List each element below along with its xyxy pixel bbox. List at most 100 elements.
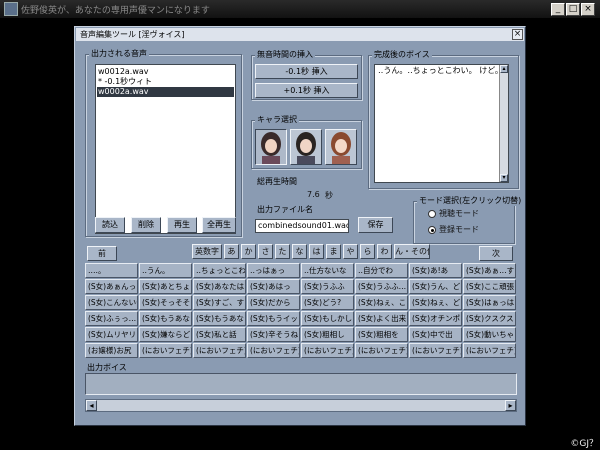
phrase-cell[interactable]: (S女)私と話 <box>193 327 246 342</box>
phrase-cell[interactable]: (S女)どう? <box>301 295 354 310</box>
phrase-cell[interactable]: ‥‥。 <box>85 263 138 278</box>
phrase-cell[interactable]: (S女)はぁっはぁ <box>463 295 516 310</box>
kana-tab[interactable]: あ <box>224 244 239 259</box>
kana-tab[interactable]: ん・その他 <box>394 244 430 259</box>
kana-tab[interactable]: た <box>275 244 290 259</box>
phrase-cell[interactable]: (S女)動いちゃ <box>463 327 516 342</box>
phrase-cell[interactable]: (S女)あはっ <box>247 279 300 294</box>
save-button[interactable]: 保存 <box>358 217 393 233</box>
close-window-button[interactable]: × <box>581 3 595 16</box>
phrase-cell[interactable]: ‥仕方ないな <box>301 263 354 278</box>
phrase-cell[interactable]: (においフェチ) <box>355 343 408 358</box>
phrase-cell[interactable]: (S女)あ!あ <box>409 263 462 278</box>
kana-tab[interactable]: 英数字 <box>192 244 222 259</box>
kana-tab[interactable]: さ <box>258 244 273 259</box>
phrase-cell[interactable]: (においフェチ) <box>463 343 516 358</box>
phrase-cell[interactable]: (S女)ねぇ、ど <box>409 295 462 310</box>
phrase-cell[interactable]: (S女)クスクス <box>463 311 516 326</box>
phrase-cell[interactable]: (S女)そっそそ <box>139 295 192 310</box>
dialog-close-button[interactable]: × <box>512 29 523 40</box>
phrase-cell[interactable]: ‥うん。 <box>139 263 192 278</box>
completed-voice-text: ‥うん。‥ちょっとこわい。 けど。 <box>378 66 503 75</box>
completed-voice-box[interactable]: ‥うん。‥ちょっとこわい。 けど。 ▴ ▾ <box>374 64 509 183</box>
phrase-cell[interactable]: (S女)もしかし <box>301 311 354 326</box>
delete-button[interactable]: 削除 <box>131 217 161 233</box>
next-button[interactable]: 次 <box>479 246 513 261</box>
phrase-cell[interactable]: (S女)もうイッ <box>247 311 300 326</box>
insert-minus-button[interactable]: -0.1秒 挿入 <box>255 64 358 79</box>
phrase-cell[interactable]: (S女)あなたは <box>193 279 246 294</box>
completed-voice-scrollbar[interactable]: ▴ ▾ <box>499 65 508 182</box>
minimize-button[interactable]: _ <box>551 3 565 16</box>
scroll-left-icon[interactable]: ◂ <box>86 400 97 411</box>
phrase-cell[interactable]: (S女)こんないや <box>85 295 138 310</box>
phrase-cell[interactable]: (S女)もうあな <box>193 311 246 326</box>
register-mode-label[interactable]: 登録モード <box>439 224 479 235</box>
phrase-cell[interactable]: ‥っはぁっ <box>247 263 300 278</box>
phrase-cell[interactable]: (S女)嫌ならど <box>139 327 192 342</box>
phrase-cell[interactable]: (S女)だから <box>247 295 300 310</box>
phrase-cell[interactable]: (S女)あぁんっ <box>85 279 138 294</box>
phrase-cell[interactable]: (お嬢様)お尻 <box>85 343 138 358</box>
phrase-cell[interactable]: (S女)よく出来 <box>355 311 408 326</box>
phrase-cell[interactable]: ‥ちょっとこわい <box>193 263 246 278</box>
dialog-title-bar: 音声編集ツール [淫ヴォイス] × <box>76 28 524 41</box>
phrase-cell[interactable]: (S女)オチンポ <box>409 311 462 326</box>
play-all-button[interactable]: 全再生 <box>202 217 236 233</box>
total-time-unit: 秒 <box>325 191 333 200</box>
list-item[interactable]: * -0.1秒ウィト <box>98 77 152 87</box>
kana-tab[interactable]: ら <box>360 244 375 259</box>
phrase-cell[interactable]: (S女)すご、す <box>193 295 246 310</box>
phrase-cell[interactable]: (S女)粗相し <box>301 327 354 342</box>
kana-tab[interactable]: は <box>309 244 324 259</box>
scroll-down-icon[interactable]: ▾ <box>500 174 508 182</box>
phrase-cell[interactable]: (S女)ここ頑張 <box>463 279 516 294</box>
phrase-cell[interactable]: (においフェチ) <box>301 343 354 358</box>
register-mode-radio[interactable] <box>428 226 436 234</box>
kana-tab[interactable]: や <box>343 244 358 259</box>
scroll-up-icon[interactable]: ▴ <box>500 65 508 73</box>
total-time-value: 7.6 <box>307 190 320 199</box>
scroll-right-icon[interactable]: ▸ <box>505 400 516 411</box>
list-item-selected[interactable]: w0002a.wav <box>97 87 234 97</box>
kana-tab[interactable]: ま <box>326 244 341 259</box>
character-portrait-2[interactable] <box>290 129 322 165</box>
listen-mode-label[interactable]: 視聴モード <box>439 208 479 219</box>
maximize-button[interactable]: □ <box>566 3 580 16</box>
listen-mode-radio[interactable] <box>428 210 436 218</box>
kana-tab[interactable]: わ <box>377 244 392 259</box>
character-portrait-3[interactable] <box>325 129 357 165</box>
output-voice-field[interactable] <box>85 373 517 395</box>
phrase-cell[interactable]: (S女)うん、ど <box>409 279 462 294</box>
copyright-mark: ©GJ？ <box>570 439 598 449</box>
phrase-cell[interactable]: (においフェチ) <box>193 343 246 358</box>
phrase-cell[interactable]: (S女)あとちょ <box>139 279 192 294</box>
phrase-cell[interactable]: (S女)中で出 <box>409 327 462 342</box>
phrase-cell[interactable]: (においフェチ) <box>139 343 192 358</box>
phrase-cell[interactable]: (S女)ねぇ、こ <box>355 295 408 310</box>
phrase-cell[interactable]: (においフェチ) <box>409 343 462 358</box>
read-button[interactable]: 読込 <box>95 217 125 233</box>
phrase-cell[interactable]: (S女)うふふ <box>301 279 354 294</box>
kana-tab[interactable]: か <box>241 244 256 259</box>
list-item[interactable]: w0012a.wav <box>98 67 149 77</box>
prev-button[interactable]: 前 <box>87 246 117 261</box>
phrase-cell[interactable]: (S女)もうあな <box>139 311 192 326</box>
phrase-cell[interactable]: (S女)粗相を <box>355 327 408 342</box>
phrase-cell[interactable]: (S女)ふぅっ… <box>85 311 138 326</box>
phrase-cell[interactable]: (S女)うふふ… <box>355 279 408 294</box>
phrase-cell[interactable]: (においフェチ) <box>247 343 300 358</box>
app-icon <box>4 2 18 16</box>
output-file-input[interactable]: combinedsound01.wao <box>255 219 349 233</box>
insert-plus-button[interactable]: +0.1秒 挿入 <box>255 83 358 98</box>
output-audio-list[interactable]: w0012a.wav * -0.1秒ウィト w0002a.wav <box>95 64 236 234</box>
output-audio-label: 出力される音声 <box>89 48 149 59</box>
horizontal-scrollbar[interactable]: ◂ ▸ <box>85 399 517 412</box>
phrase-cell[interactable]: (S女)ムリヤリ <box>85 327 138 342</box>
phrase-cell[interactable]: ‥自分でわ <box>355 263 408 278</box>
play-button[interactable]: 再生 <box>167 217 197 233</box>
character-portrait-1[interactable] <box>255 129 287 165</box>
phrase-cell[interactable]: (S女)辛そうね <box>247 327 300 342</box>
phrase-cell[interactable]: (S女)あぁ…すご <box>463 263 516 278</box>
kana-tab[interactable]: な <box>292 244 307 259</box>
